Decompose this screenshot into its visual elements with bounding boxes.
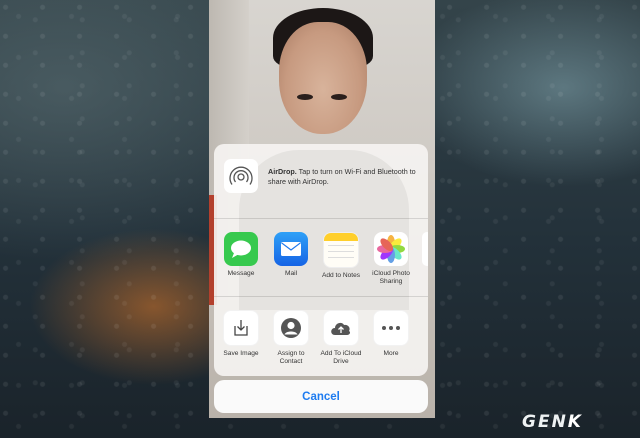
- action-label: Add To iCloud Drive: [320, 350, 362, 366]
- action-more[interactable]: More: [366, 310, 416, 358]
- airdrop-title: AirDrop.: [268, 167, 297, 176]
- action-assign-to-contact[interactable]: Assign to Contact: [266, 310, 316, 366]
- logo-k: K: [567, 412, 583, 432]
- app-label: iCloud Photo Sharing: [372, 270, 410, 286]
- mail-icon: [274, 232, 308, 266]
- more-icon: [373, 310, 409, 346]
- share-sheet: AirDrop. Tap to turn on Wi-Fi and Blueto…: [214, 144, 428, 376]
- airdrop-section[interactable]: AirDrop. Tap to turn on Wi-Fi and Blueto…: [214, 144, 428, 218]
- airdrop-description: AirDrop. Tap to turn on Wi-Fi and Blueto…: [268, 167, 422, 186]
- icloud-drive-icon: [323, 310, 359, 346]
- app-message[interactable]: Message: [216, 232, 266, 278]
- action-label: Assign to Contact: [277, 350, 305, 366]
- action-add-to-icloud-drive[interactable]: Add To iCloud Drive: [316, 310, 366, 366]
- airdrop-icon[interactable]: [224, 159, 258, 193]
- save-image-icon: [223, 310, 259, 346]
- next-app-icon-partial[interactable]: [422, 232, 428, 266]
- app-icloud-photo-sharing[interactable]: iCloud Photo Sharing: [366, 232, 416, 286]
- notes-icon: [323, 232, 359, 268]
- app-add-to-notes[interactable]: Add to Notes: [316, 232, 366, 280]
- action-label: More: [383, 350, 399, 357]
- app-label: Mail: [284, 270, 298, 277]
- divider: [214, 218, 428, 219]
- genk-logo: GEN K: [522, 411, 583, 433]
- action-label: Save Image: [223, 350, 259, 357]
- action-save-image[interactable]: Save Image: [216, 310, 266, 358]
- messages-icon: [224, 232, 258, 266]
- app-label: Message: [227, 270, 255, 277]
- cancel-button[interactable]: Cancel: [214, 380, 428, 413]
- actions-row: Save Image Assign to Contact Add To iClo…: [214, 310, 428, 374]
- logo-text: GEN: [522, 412, 568, 432]
- apps-row: Message Mail Add to Notes iCloud Photo S…: [214, 232, 428, 296]
- divider: [214, 296, 428, 297]
- app-label: Add to Notes: [321, 272, 361, 279]
- contact-icon: [273, 310, 309, 346]
- app-mail[interactable]: Mail: [266, 232, 316, 278]
- photos-icon: [374, 232, 408, 266]
